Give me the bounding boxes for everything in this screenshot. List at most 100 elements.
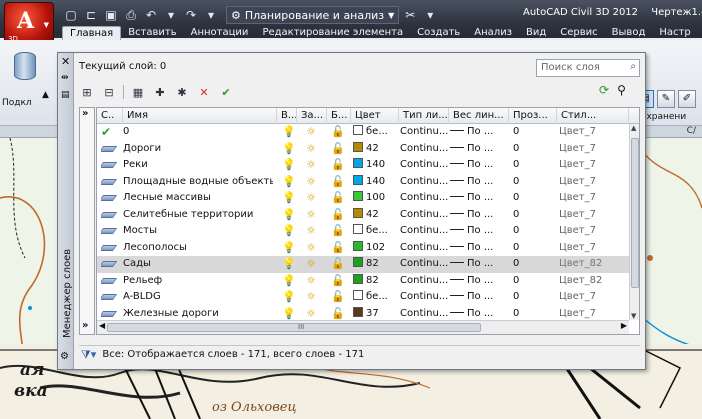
layer-name[interactable]: Площадные водные объекты [123, 174, 273, 191]
delete-layer-icon[interactable]: ✕ [196, 84, 212, 100]
layer-plot-style[interactable]: Цвет_7 [559, 157, 613, 174]
sun-icon[interactable]: ☼ [297, 207, 325, 224]
sun-icon[interactable]: ☼ [297, 124, 325, 141]
layer-color[interactable]: 42 [353, 207, 399, 224]
layer-name[interactable]: Рельеф [123, 273, 273, 290]
layer-linetype[interactable]: Continu... [400, 141, 448, 158]
search-icon[interactable]: ⌕ [630, 61, 636, 72]
scroll-left-icon[interactable]: ◀ [99, 321, 105, 330]
layer-transparency[interactable]: 0 [513, 157, 543, 174]
sun-icon[interactable]: ☼ [297, 289, 325, 306]
layer-plot-style[interactable]: Цвет_7 [559, 223, 613, 240]
scroll-thumb[interactable] [631, 138, 639, 288]
vertical-scrollbar[interactable]: ▲ ▼ [629, 124, 639, 320]
layer-plot-style[interactable]: Цвет_7 [559, 190, 613, 207]
tab-settings[interactable]: Настр [652, 26, 697, 40]
tools-icon[interactable]: ✂ [401, 6, 419, 24]
sun-icon[interactable]: ☼ [297, 223, 325, 240]
open-folder-icon[interactable]: ⊏ [82, 6, 100, 24]
layer-transparency[interactable]: 0 [513, 141, 543, 158]
lock-icon[interactable]: 🔓 [327, 289, 349, 306]
lock-icon[interactable]: 🔓 [327, 190, 349, 207]
layer-plot-style[interactable]: Цвет_7 [559, 141, 613, 158]
layer-plot-style[interactable]: Цвет_7 [559, 174, 613, 191]
lock-icon[interactable]: 🔓 [327, 207, 349, 224]
layer-plot-style[interactable]: Цвет_7 [559, 240, 613, 257]
lock-icon[interactable]: 🔓 [327, 256, 349, 273]
sun-icon[interactable]: ☼ [297, 174, 325, 191]
layer-match-icon[interactable]: ✎ [657, 90, 675, 108]
lock-icon[interactable]: 🔓 [327, 273, 349, 290]
layer-lineweight[interactable]: По ... [450, 124, 506, 141]
bulb-icon[interactable]: 💡 [279, 141, 299, 158]
expand-icon[interactable]: » [82, 108, 88, 119]
layer-row[interactable]: Рельеф 💡 ☼ 🔓 82 Continu... По ... 0 Цвет_82 [97, 273, 629, 290]
layer-color[interactable]: 102 [353, 240, 399, 257]
tab-modify[interactable]: Редактирование элемента [255, 26, 410, 40]
lock-icon[interactable]: 🔓 [327, 157, 349, 174]
workspace-dropdown[interactable]: ⚙ Планирование и анализ ▼ [226, 6, 400, 24]
layer-row[interactable]: ✔ 0 💡 ☼ 🔓 бе... Continu... По ... 0 Цвет_7 [97, 124, 629, 141]
col-plot-style[interactable]: Стил... [557, 108, 629, 124]
layer-linetype[interactable]: Continu... [400, 157, 448, 174]
layer-name[interactable]: 0 [123, 124, 273, 141]
new-layer-vp-frozen-icon[interactable]: ✱ [174, 84, 190, 100]
layer-name[interactable]: Селитебные территории [123, 207, 273, 224]
layer-linetype[interactable]: Continu... [400, 223, 448, 240]
connect-button[interactable]: ▲ Подкл [2, 46, 56, 110]
layer-linetype[interactable]: Continu... [400, 256, 448, 273]
layer-transparency[interactable]: 0 [513, 273, 543, 290]
set-current-icon[interactable]: ✔ [218, 84, 234, 100]
close-icon[interactable]: ✕ [61, 55, 70, 68]
layer-plot-style[interactable]: Цвет_82 [559, 273, 613, 290]
expand-icon[interactable]: » [82, 320, 88, 331]
layer-linetype[interactable]: Continu... [400, 124, 448, 141]
layer-row[interactable]: Мосты 💡 ☼ 🔓 бе... Continu... По ... 0 Цвет_7 [97, 223, 629, 240]
layer-lineweight[interactable]: По ... [450, 141, 506, 158]
horizontal-scrollbar[interactable]: ◀ III ▶ [97, 320, 629, 334]
settings-icon[interactable]: ⚙ [60, 351, 69, 362]
layer-row[interactable]: Лесополосы 💡 ☼ 🔓 102 Continu... По ... 0 Цвет_7 [97, 240, 629, 257]
palette-title-strip[interactable]: ✕ ⇹ ▤ Менеджер слоев ⚙ [58, 53, 74, 369]
tab-annotate[interactable]: Аннотации [184, 26, 256, 40]
col-freeze[interactable]: За... [297, 108, 327, 124]
bulb-icon[interactable]: 💡 [279, 256, 299, 273]
layer-color[interactable]: бе... [353, 289, 399, 306]
tab-insert[interactable]: Вставить [121, 26, 183, 40]
layer-name[interactable]: Реки [123, 157, 273, 174]
dropdown-icon[interactable]: ▾ [421, 6, 439, 24]
layer-plot-style[interactable]: Цвет_82 [559, 256, 613, 273]
layer-name[interactable]: Мосты [123, 223, 273, 240]
layer-lineweight[interactable]: По ... [450, 190, 506, 207]
layer-linetype[interactable]: Continu... [400, 289, 448, 306]
layer-lineweight[interactable]: По ... [450, 207, 506, 224]
new-file-icon[interactable]: ▢ [62, 6, 80, 24]
filter-icon[interactable]: ⧩▾ [81, 348, 96, 362]
tab-view[interactable]: Вид [519, 26, 553, 40]
layer-color[interactable]: бе... [353, 124, 399, 141]
layer-transparency[interactable]: 0 [513, 240, 543, 257]
layer-linetype[interactable]: Continu... [400, 240, 448, 257]
layer-transparency[interactable]: 0 [513, 256, 543, 273]
layer-transparency[interactable]: 0 [513, 190, 543, 207]
new-layer-icon[interactable]: ✚ [152, 84, 168, 100]
layer-color[interactable]: 82 [353, 256, 399, 273]
layer-lineweight[interactable]: По ... [450, 289, 506, 306]
bulb-icon[interactable]: 💡 [279, 273, 299, 290]
bulb-icon[interactable]: 💡 [279, 223, 299, 240]
layer-linetype[interactable]: Continu... [400, 207, 448, 224]
layer-linetype[interactable]: Continu... [400, 190, 448, 207]
dropdown-icon[interactable]: ▾ [162, 6, 180, 24]
sun-icon[interactable]: ☼ [297, 256, 325, 273]
lock-icon[interactable]: 🔓 [327, 223, 349, 240]
new-property-filter-icon[interactable]: ⊞ [79, 84, 95, 100]
layer-lineweight[interactable]: По ... [450, 240, 506, 257]
new-group-filter-icon[interactable]: ⊟ [101, 84, 117, 100]
layer-name[interactable]: Дороги [123, 141, 273, 158]
layer-transparency[interactable]: 0 [513, 124, 543, 141]
layer-states-icon[interactable]: ▦ [130, 84, 146, 100]
sun-icon[interactable]: ☼ [297, 157, 325, 174]
layer-lineweight[interactable]: По ... [450, 157, 506, 174]
layer-color[interactable]: 140 [353, 157, 399, 174]
layer-color[interactable]: 100 [353, 190, 399, 207]
